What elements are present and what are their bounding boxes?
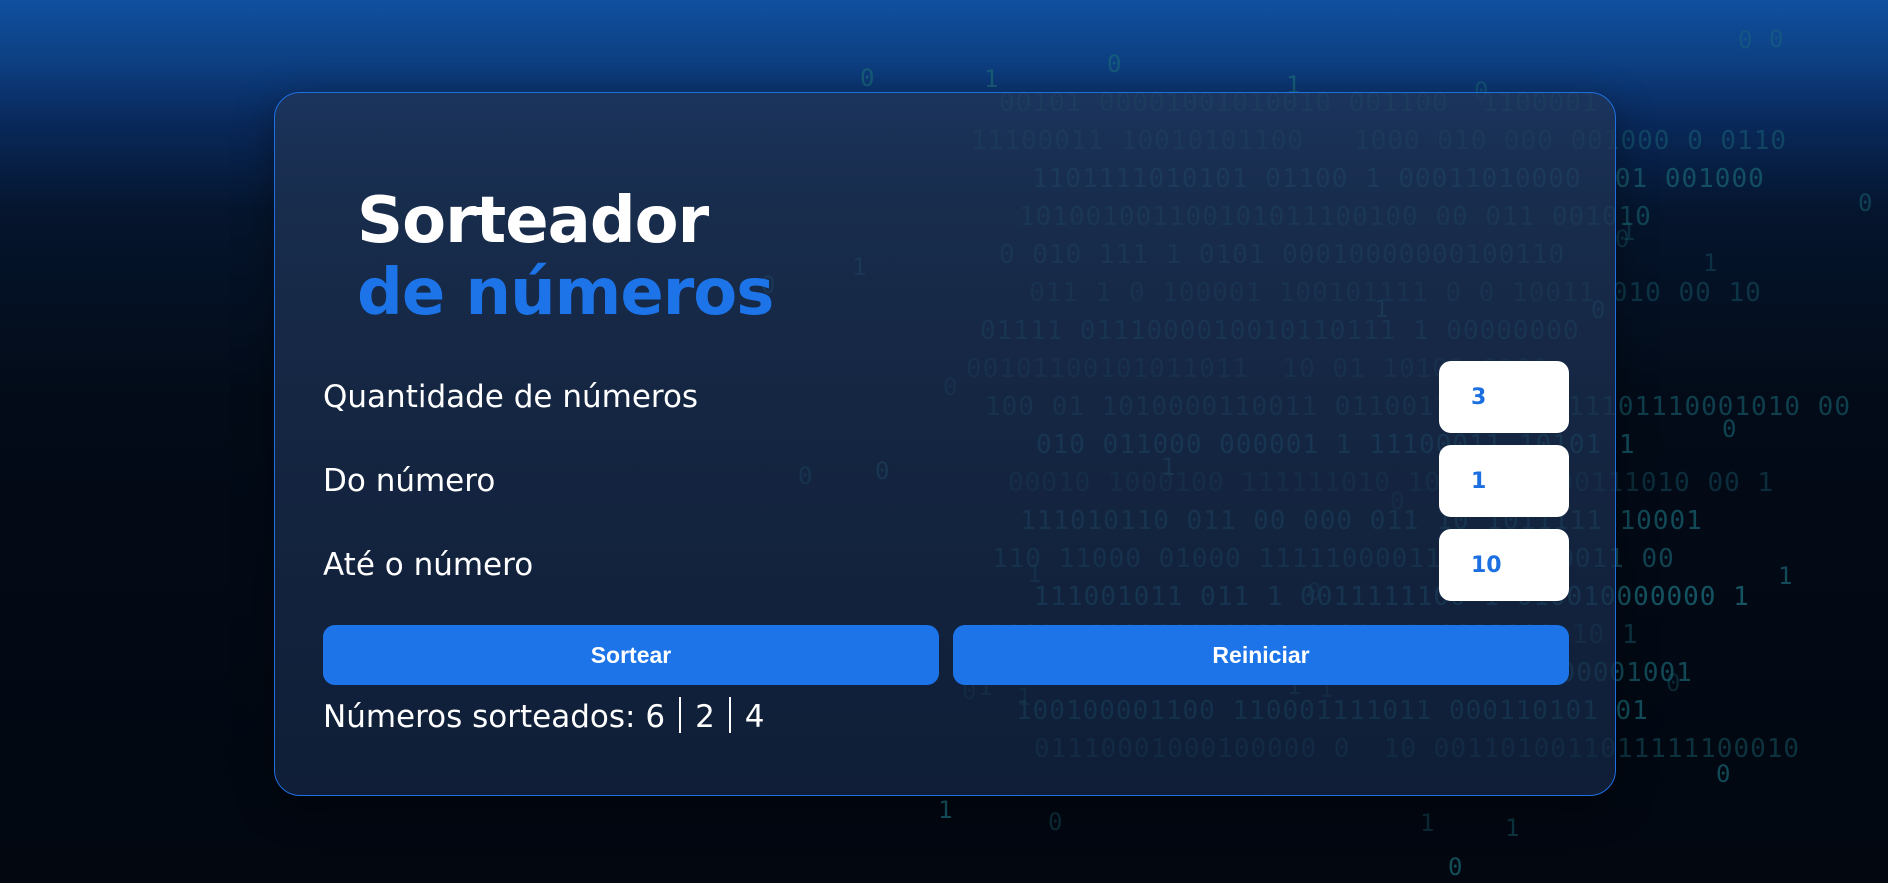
binary-digit: 1 — [1420, 809, 1435, 837]
binary-digit: 0 — [1738, 26, 1753, 54]
drawn-number: 2 — [695, 699, 715, 735]
binary-digit: 1 — [1621, 218, 1636, 246]
quantity-input[interactable] — [1439, 361, 1569, 433]
to-field-row: Até o número — [323, 529, 1569, 601]
quantity-label: Quantidade de números — [323, 379, 699, 415]
from-number-label: Do número — [323, 463, 496, 499]
binary-digit: 0 — [1666, 669, 1681, 697]
to-number-label: Até o número — [323, 547, 534, 583]
from-field-row: Do número — [323, 445, 1569, 517]
binary-digit: 0 — [1048, 808, 1063, 836]
binary-digit: 0 — [1615, 225, 1630, 253]
binary-digit: 1 — [1505, 814, 1520, 842]
page-title: Sorteador de números — [357, 184, 774, 330]
reset-button[interactable]: Reiniciar — [953, 625, 1569, 685]
title-line-1: Sorteador — [357, 184, 709, 258]
binary-digit: 0 — [1858, 189, 1873, 217]
drawn-numbers-result: Números sorteados: 624 — [323, 697, 765, 735]
quantity-field-row: Quantidade de números — [323, 361, 1569, 433]
to-number-input[interactable] — [1439, 529, 1569, 601]
binary-digit: 1 — [1778, 562, 1793, 590]
binary-digit: 0 — [1716, 760, 1731, 788]
binary-digit: 0 — [1107, 50, 1122, 78]
drawn-number: 4 — [744, 699, 765, 735]
title-line-2: de números — [357, 256, 774, 330]
binary-digit: 1 — [984, 65, 999, 93]
number-separator — [728, 697, 731, 733]
binary-digit: 1 — [1703, 249, 1718, 277]
drawn-numbers-label: Números sorteados: — [323, 699, 636, 735]
number-draw-card: Sorteador de números Quantidade de númer… — [274, 92, 1616, 796]
binary-digit: 0 — [860, 64, 875, 92]
draw-button[interactable]: Sortear — [323, 625, 939, 685]
binary-digit: 0 — [1769, 25, 1784, 53]
binary-digit: 1 — [938, 796, 953, 824]
binary-digit: 0 — [1448, 853, 1463, 881]
binary-digit: 0 — [1722, 415, 1737, 443]
from-number-input[interactable] — [1439, 445, 1569, 517]
drawn-number: 6 — [645, 699, 666, 735]
number-separator — [679, 697, 682, 733]
